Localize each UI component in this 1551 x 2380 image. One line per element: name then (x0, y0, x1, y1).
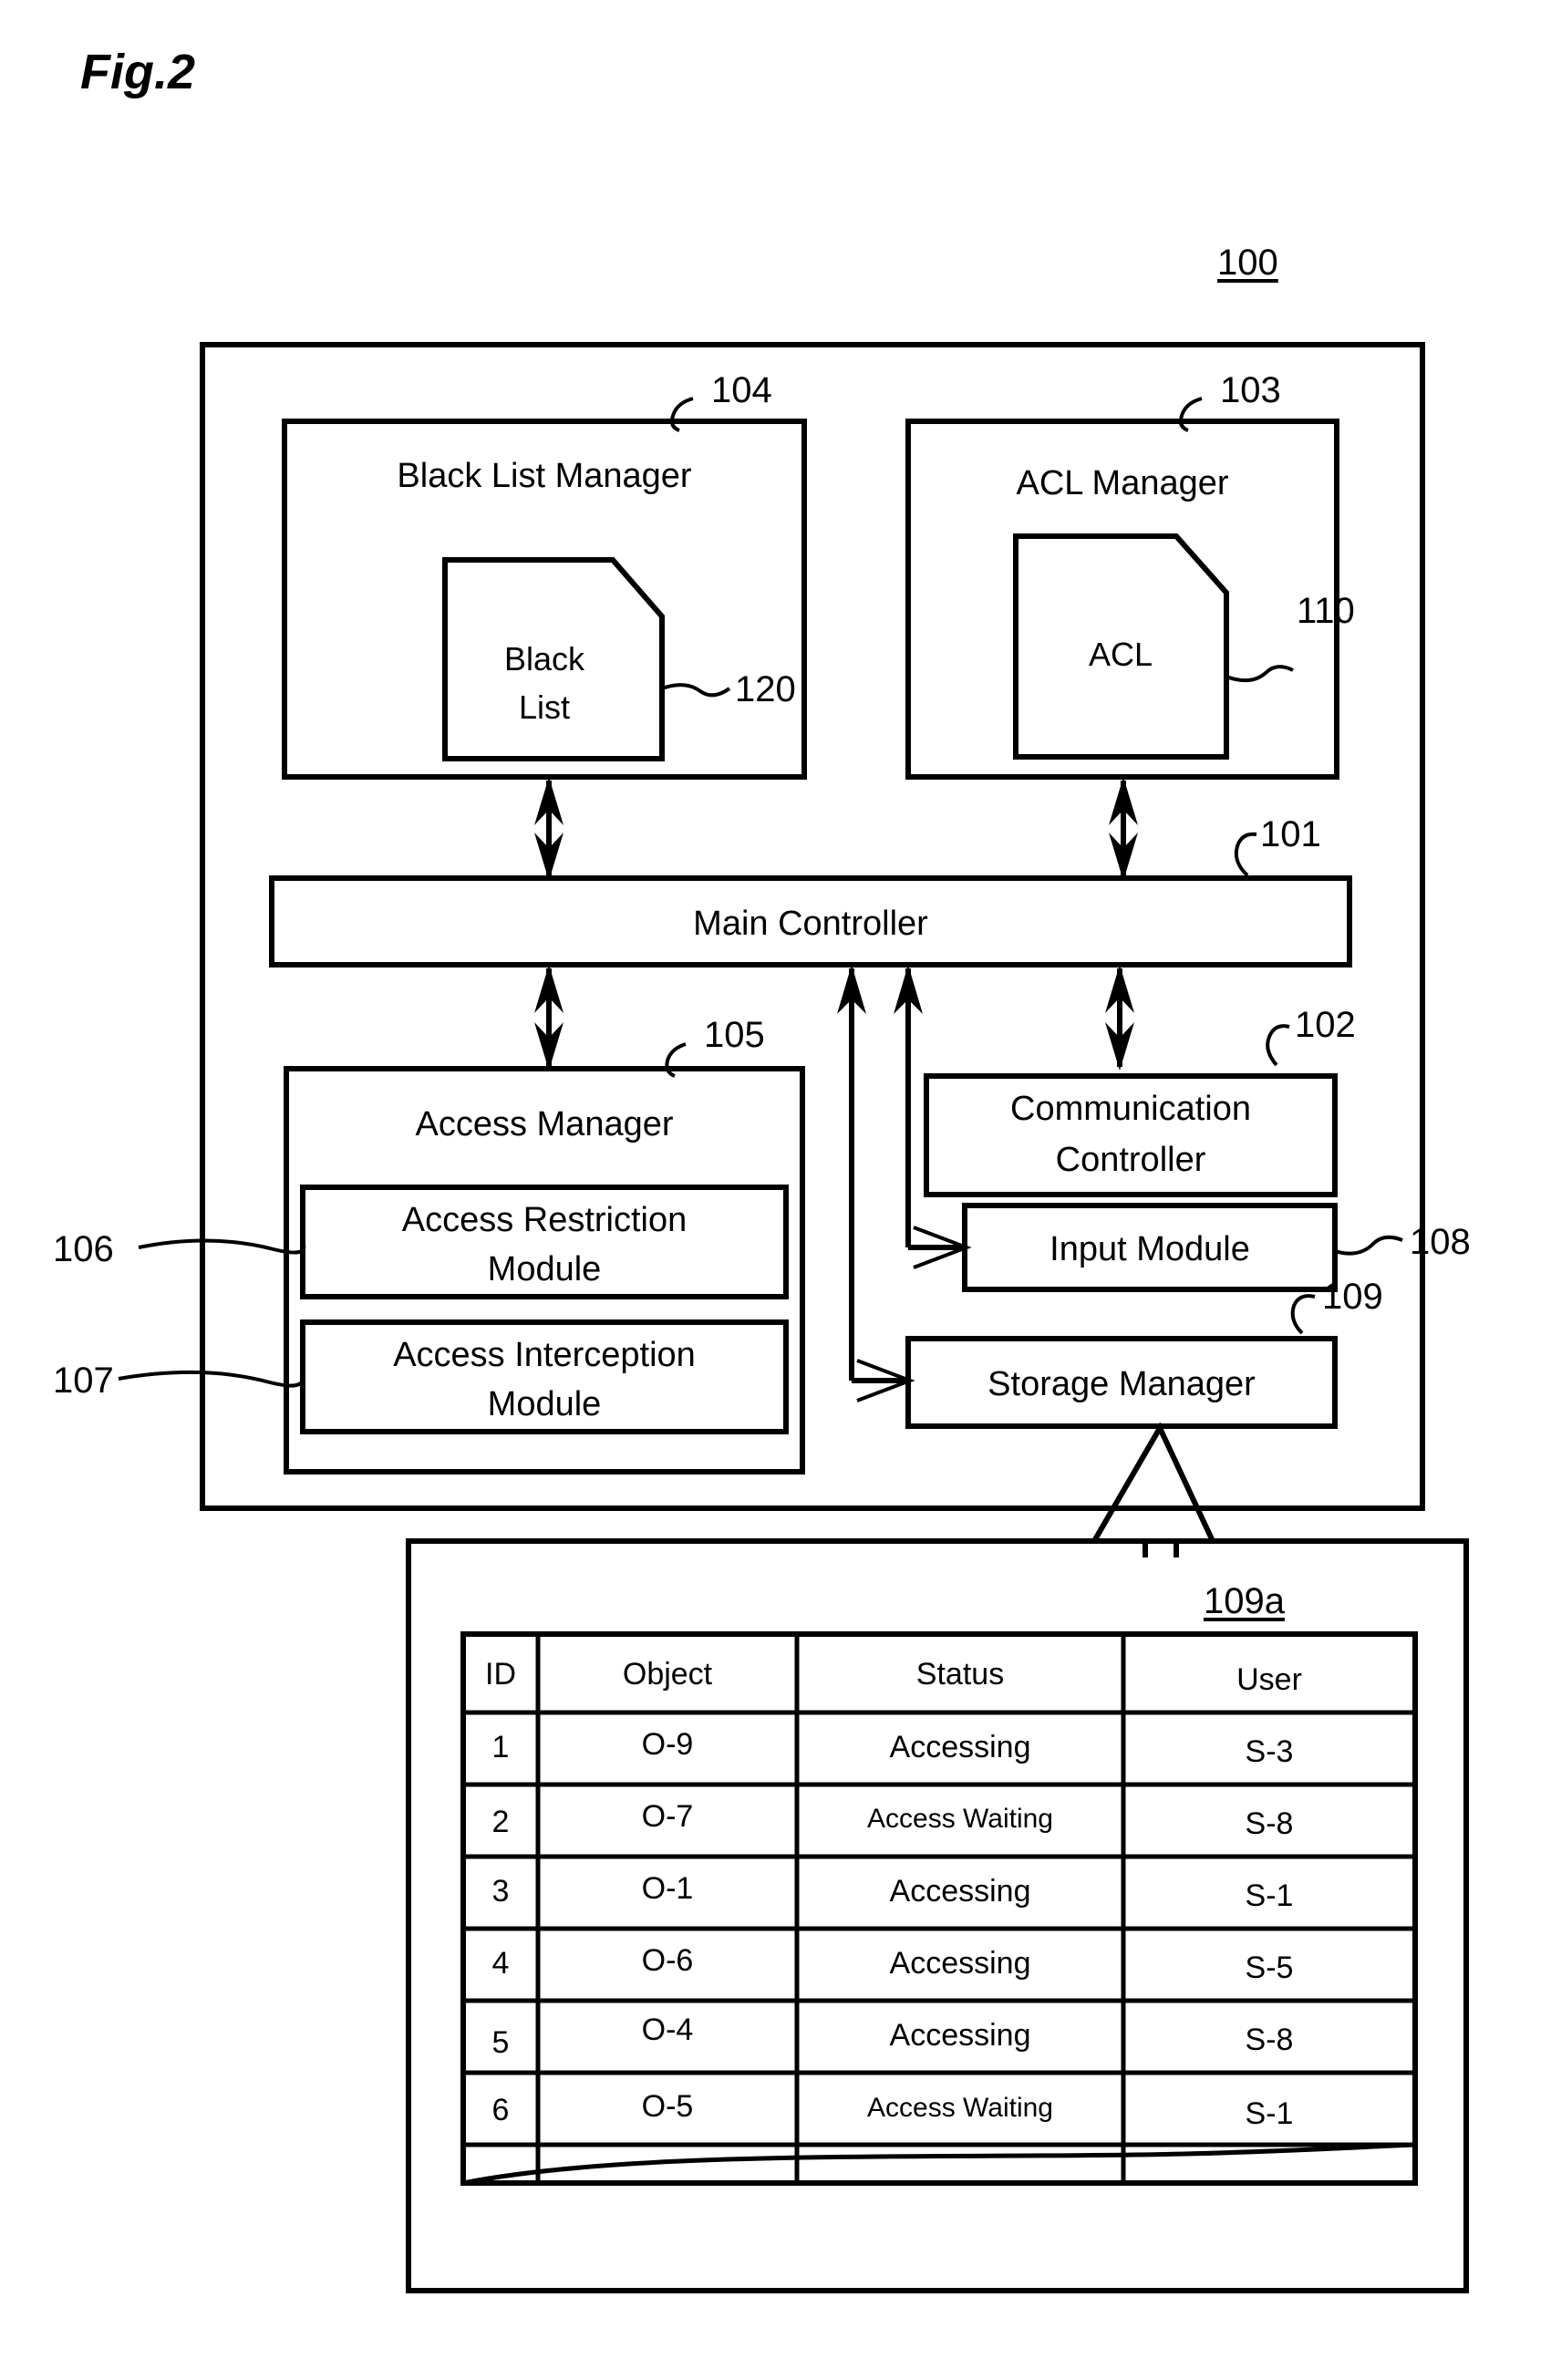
ref-120: 120 (735, 669, 796, 709)
table-row: 3 (491, 1874, 510, 1909)
ref-106: 106 (53, 1229, 114, 1269)
arrow-blm-to-main (534, 777, 564, 881)
ref-108: 108 (1410, 1222, 1471, 1262)
table-row: 6 (491, 2093, 510, 2127)
table-row: Accessing (889, 2018, 1031, 2053)
table-continuation-wave (462, 2142, 1416, 2186)
arrow-acl-to-main (1109, 777, 1138, 881)
table-row: Access Waiting (867, 1804, 1053, 1834)
table-row: S-1 (1245, 2096, 1294, 2131)
arrow-storage-manager-to-main (837, 965, 915, 1402)
table-row: S-8 (1245, 1806, 1294, 1841)
black-list-manager-label: Black List Manager (397, 457, 692, 495)
table-row: O-9 (641, 1727, 694, 1762)
ref-110: 110 (1297, 591, 1355, 631)
table-header-status: Status (915, 1657, 1005, 1692)
table-row: S-5 (1245, 1951, 1294, 1985)
table-row: Accessing (889, 1730, 1031, 1764)
access-restriction-module-label-line1: Access Restriction (401, 1201, 688, 1239)
ref-109: 109 (1322, 1277, 1383, 1317)
table-row: O-4 (641, 2013, 694, 2047)
black-list-doc-label-line1: Black (503, 640, 585, 678)
table-row: S-3 (1245, 1734, 1294, 1769)
table-row: S-8 (1245, 2023, 1294, 2057)
communication-controller-label-line2: Controller (1055, 1141, 1206, 1179)
communication-controller-label-line1: Communication (1010, 1090, 1251, 1128)
acl-doc-label: ACL (1088, 636, 1153, 673)
detail-box-outline (406, 1538, 1469, 2293)
table-row: O-6 (641, 1943, 694, 1978)
acl-manager-label: ACL Manager (1016, 464, 1229, 502)
table-row: Accessing (889, 1874, 1031, 1909)
storage-detail-peak (1091, 1422, 1215, 1543)
table-row: O-7 (641, 1799, 694, 1834)
arrow-main-to-communication-controller (1105, 965, 1134, 1071)
input-module-label: Input Module (1050, 1230, 1250, 1268)
ref-100: 100 (1217, 243, 1278, 283)
table-row: 2 (491, 1805, 510, 1839)
access-manager-label: Access Manager (415, 1105, 674, 1143)
patent-figure-page: .s { fill:none; stroke:#000; stroke-widt… (0, 0, 1551, 2380)
figure-title: Fig.2 (80, 45, 196, 99)
black-list-doc-label-line2: List (518, 688, 571, 726)
arrow-input-module-to-main (894, 965, 972, 1269)
table-header-user: User (1236, 1662, 1302, 1697)
table-row: S-1 (1245, 1878, 1294, 1913)
table-row: O-5 (641, 2089, 694, 2124)
ref-101: 101 (1260, 814, 1321, 854)
ref-107: 107 (53, 1361, 114, 1401)
access-interception-module-label-line1: Access Interception (393, 1336, 696, 1374)
table-header-id: ID (485, 1657, 516, 1692)
main-controller-label: Main Controller (693, 905, 928, 943)
storage-manager-label: Storage Manager (987, 1365, 1256, 1403)
arrow-main-to-access-manager (534, 965, 564, 1071)
table-header-object: Object (622, 1657, 713, 1692)
table-row: Access Waiting (867, 2093, 1053, 2123)
access-interception-module-label-line2: Module (487, 1385, 602, 1423)
table-row: 4 (491, 1946, 510, 1981)
ref-105: 105 (704, 1015, 765, 1055)
ref-102: 102 (1295, 1005, 1356, 1045)
table-row: 1 (491, 1730, 510, 1764)
ref-103: 103 (1220, 370, 1281, 410)
table-row: 5 (491, 2025, 510, 2060)
table-row: O-1 (641, 1871, 694, 1906)
table-row: Accessing (889, 1946, 1031, 1981)
ref-104: 104 (711, 370, 772, 410)
access-restriction-module-label-line2: Module (487, 1250, 602, 1288)
ref-109a: 109a (1204, 1581, 1285, 1621)
diagram-vector-layer: .s { fill:none; stroke:#000; stroke-widt… (118, 342, 1469, 2293)
